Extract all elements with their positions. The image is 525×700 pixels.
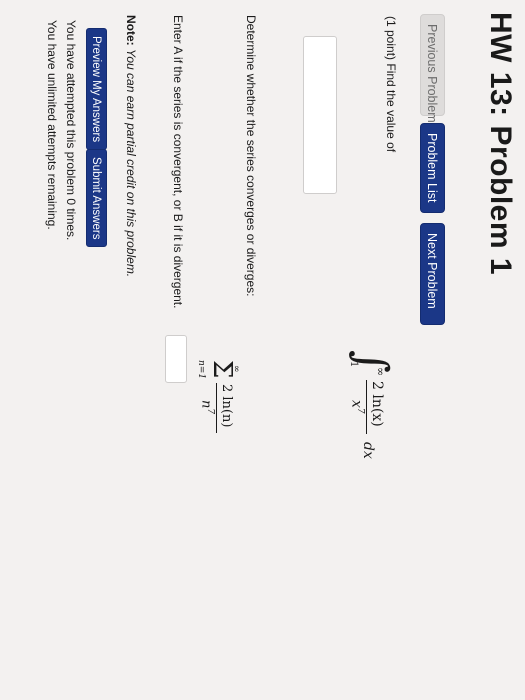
note-text: You can earn partial credit on this prob…: [124, 49, 138, 278]
integral-expression: ∫ ∞ 1 2 ln(x) x7 dx: [315, 350, 397, 500]
series-question: Determine whether the series converges o…: [244, 15, 258, 297]
submit-answers-button[interactable]: Submit Answers: [86, 149, 107, 248]
previous-problem-button[interactable]: Previous Problem: [420, 14, 445, 123]
problem-prompt: (1 point) Find the value of: [384, 16, 398, 152]
problem-points: (1 point): [384, 16, 398, 61]
integral-upper-limit: ∞: [374, 367, 387, 377]
problem-list-button[interactable]: Problem List: [420, 123, 445, 213]
note: Note: You can earn partial credit on thi…: [124, 15, 138, 277]
screen: HW 13: Problem 1 Previous Problem Proble…: [0, 0, 525, 700]
integral-lower-limit: 1: [348, 361, 359, 368]
page-title: HW 13: Problem 1: [484, 12, 517, 276]
fraction-bar: [366, 380, 367, 434]
preview-answers-button[interactable]: Preview My Answers: [86, 28, 107, 151]
problem-prompt-text: Find the value of: [384, 63, 398, 153]
series-instruction: Enter A if the series is convergent, or …: [171, 15, 185, 309]
problem-page: HW 13: Problem 1 Previous Problem Proble…: [0, 0, 525, 700]
remaining-attempts-status: You have unlimited attempts remaining.: [45, 20, 59, 230]
integral-denominator: x7: [348, 400, 365, 414]
answer-input-integral[interactable]: [303, 36, 337, 194]
answer-input-series[interactable]: [165, 335, 187, 383]
note-label: Note:: [124, 15, 138, 46]
series-fraction-bar: [216, 383, 217, 433]
series-numerator: 2 ln(n): [219, 384, 234, 428]
integral-numerator: 2 ln(x): [369, 381, 385, 427]
attempts-status: You have attempted this problem 0 times.: [64, 20, 78, 241]
series-lower-limit: n=1: [196, 360, 206, 380]
sigma-symbol: Σ: [207, 360, 237, 379]
series-denominator: n7: [198, 400, 215, 415]
next-problem-button[interactable]: Next Problem: [420, 223, 445, 325]
integral-differential: dx: [360, 442, 376, 459]
